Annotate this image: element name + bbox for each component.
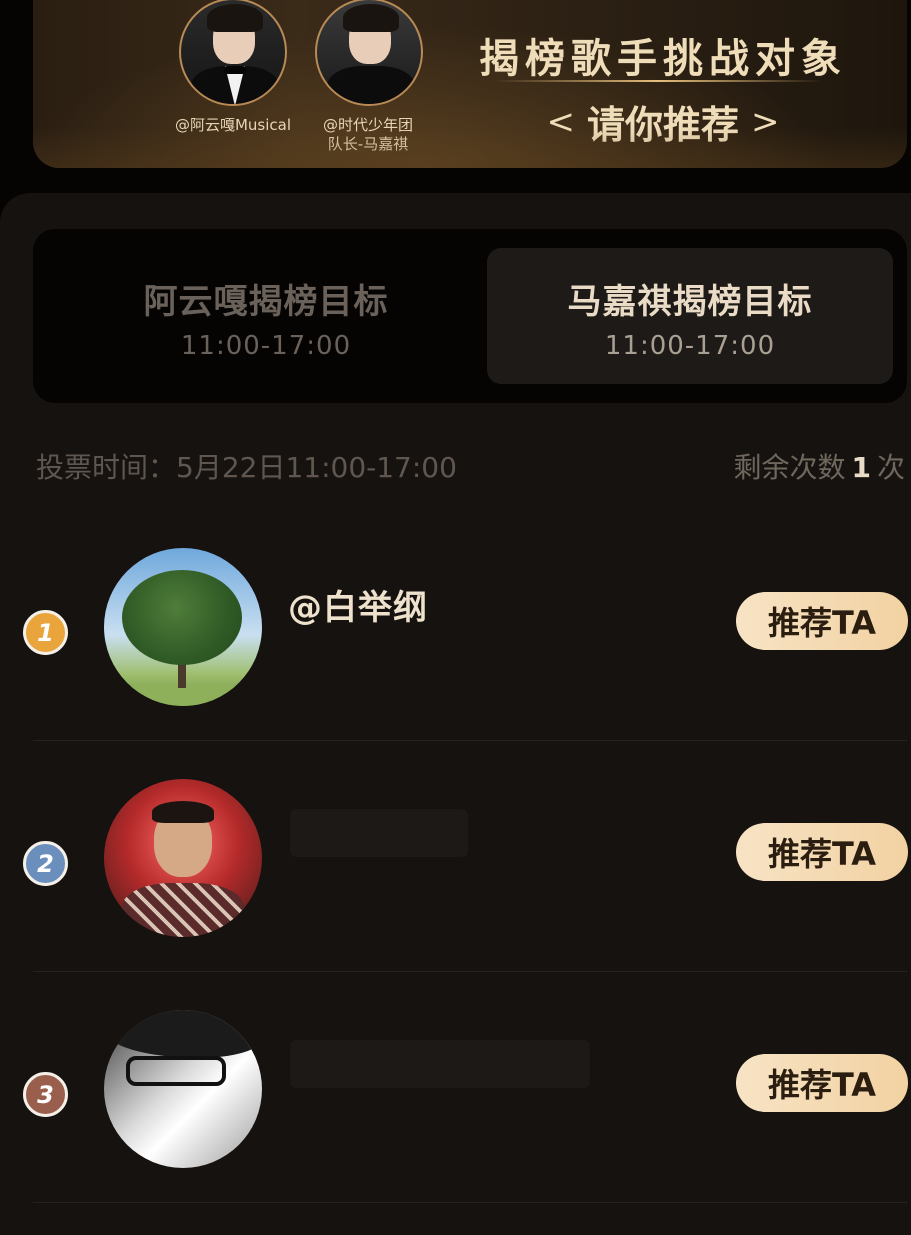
remaining-votes: 剩余次数 1 次 — [733, 446, 905, 486]
artist-avatar-majiaqi — [315, 0, 423, 106]
singer-name: @白举纲 — [288, 588, 428, 628]
remaining-prefix: 剩余次数 — [733, 451, 846, 484]
divider — [33, 740, 907, 741]
recommend-button[interactable]: 推荐TA — [736, 823, 908, 881]
artist-handle-line1: @时代少年团 — [322, 116, 413, 134]
recommend-button[interactable]: 推荐TA — [736, 592, 908, 650]
banner-subtitle-text: 请你推荐 — [586, 102, 739, 147]
rank-badge: 1 — [23, 610, 68, 655]
chevron-left-icon: < — [546, 101, 575, 142]
divider — [33, 1202, 907, 1203]
tab-time: 11:00-17:00 — [604, 331, 776, 361]
artist-handle-line2: 队长-马嘉祺 — [327, 135, 409, 153]
banner-title: 揭榜歌手挑战对象 — [479, 35, 847, 82]
list-item: 2 推荐TA — [0, 761, 911, 991]
singer-name-redacted — [290, 809, 468, 857]
artist-handle-majiaqi: @时代少年团 队长-马嘉祺 — [303, 116, 433, 154]
tab-ayunga-target[interactable]: 阿云嘎揭榜目标 11:00-17:00 — [53, 248, 479, 384]
remaining-count: 1 — [851, 451, 871, 484]
divider — [33, 971, 907, 972]
vote-time: 投票时间：5月22日11:00-17:00 — [36, 451, 457, 484]
artist-avatar-ayunga — [179, 0, 287, 106]
rank-badge: 3 — [23, 1072, 68, 1117]
avatar — [104, 1010, 262, 1168]
tab-time: 11:00-17:00 — [180, 331, 352, 361]
avatar — [104, 548, 262, 706]
target-tabs: 阿云嘎揭榜目标 11:00-17:00 马嘉祺揭榜目标 11:00-17:00 — [33, 229, 907, 403]
main-panel: 阿云嘎揭榜目标 11:00-17:00 马嘉祺揭榜目标 11:00-17:00 … — [0, 193, 911, 1235]
tab-label: 阿云嘎揭榜目标 — [143, 282, 389, 322]
singer-name-redacted — [290, 1040, 590, 1088]
challenge-banner[interactable]: @阿云嘎Musical @时代少年团 队长-马嘉祺 揭榜歌手挑战对象 < 请你推… — [33, 0, 907, 168]
banner-divider — [493, 80, 823, 82]
vote-info: 投票时间：5月22日11:00-17:00 剩余次数 1 次 — [36, 446, 911, 484]
tab-label: 马嘉祺揭榜目标 — [567, 282, 813, 322]
recommend-button[interactable]: 推荐TA — [736, 1054, 908, 1112]
list-item: 3 推荐TA — [0, 992, 911, 1222]
banner-subtitle: < 请你推荐 > — [473, 94, 853, 149]
chevron-right-icon: > — [751, 101, 780, 142]
artist-handle-ayunga: @阿云嘎Musical — [174, 116, 292, 134]
list-item: 1 @白举纲 推荐TA — [0, 530, 911, 760]
avatar — [104, 779, 262, 937]
tab-majiaqi-target[interactable]: 马嘉祺揭榜目标 11:00-17:00 — [487, 248, 893, 384]
rank-badge: 2 — [23, 841, 68, 886]
remaining-suffix: 次 — [876, 451, 905, 484]
